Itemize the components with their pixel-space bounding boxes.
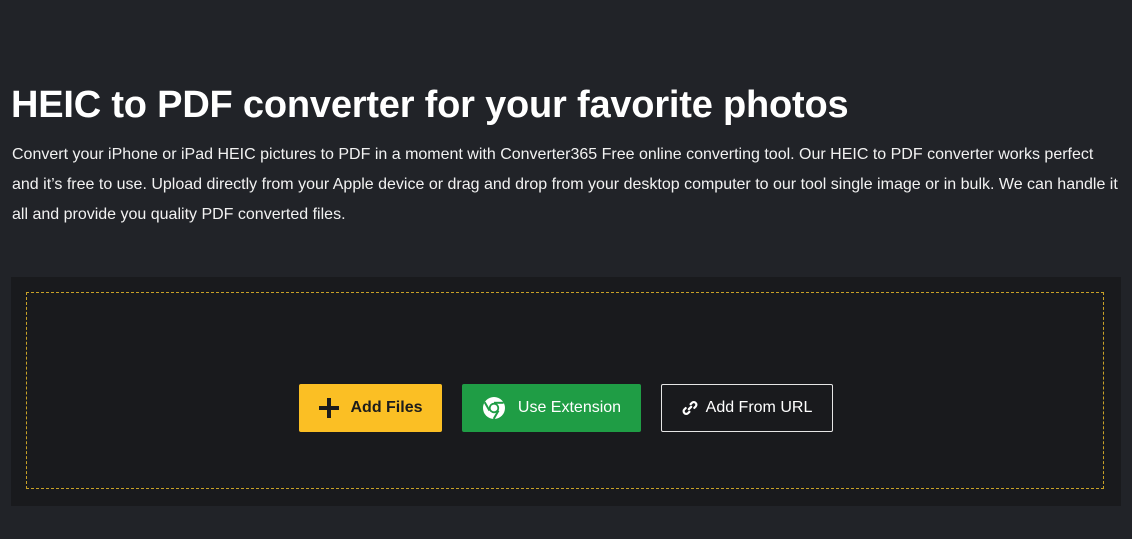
file-drop-zone[interactable]: Add Files Use Extension Add From URL — [26, 292, 1104, 489]
use-extension-label: Use Extension — [517, 399, 622, 416]
page-description: Convert your iPhone or iPad HEIC picture… — [12, 146, 1118, 223]
add-files-button[interactable]: Add Files — [299, 384, 442, 432]
link-icon — [682, 400, 698, 416]
use-extension-button[interactable]: Use Extension — [462, 384, 641, 432]
upload-panel: Add Files Use Extension Add From URL — [11, 277, 1121, 506]
plus-icon — [318, 397, 340, 419]
add-files-label: Add Files — [350, 399, 423, 416]
add-from-url-label: Add From URL — [705, 399, 813, 416]
page-title: HEIC to PDF converter for your favorite … — [11, 84, 849, 126]
add-from-url-button[interactable]: Add From URL — [661, 384, 833, 432]
chrome-icon — [482, 396, 506, 420]
